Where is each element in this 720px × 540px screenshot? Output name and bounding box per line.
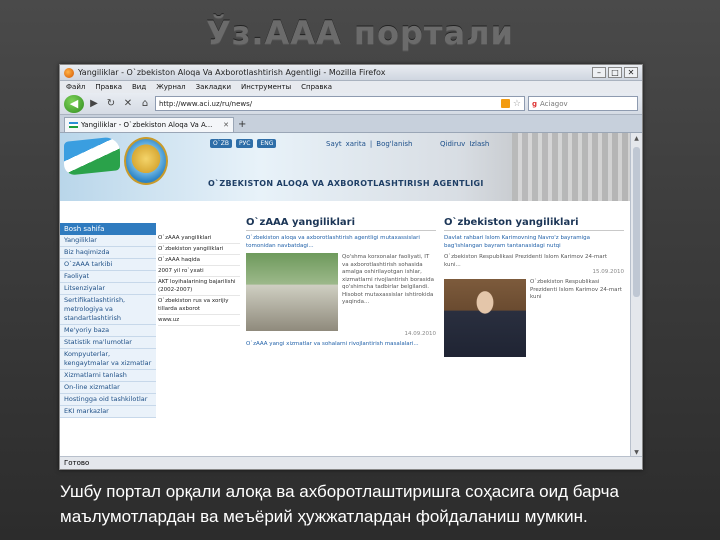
search-engine-icon[interactable]: g bbox=[532, 100, 537, 108]
bookmark-star-icon[interactable]: ☆ bbox=[513, 99, 521, 109]
maximize-button[interactable]: □ bbox=[608, 67, 622, 78]
status-bar: Готово bbox=[60, 456, 642, 469]
menu-edit[interactable]: Правка bbox=[95, 83, 122, 91]
menu-bar: Файл Правка Вид Журнал Закладки Инструме… bbox=[60, 81, 642, 93]
search-placeholder: Aciagov bbox=[540, 99, 568, 108]
lang-ru[interactable]: РУС bbox=[235, 139, 254, 148]
lang-uz[interactable]: O`ZB bbox=[210, 139, 232, 148]
back-arrow-icon[interactable]: ◀ bbox=[64, 94, 84, 113]
uz-news-title: O`zbekiston yangiliklari bbox=[444, 217, 624, 231]
uzbekistan-flag-icon bbox=[64, 136, 120, 176]
home-icon[interactable]: ⌂ bbox=[138, 97, 152, 111]
sidebar: Bosh sahifa Yangiliklar Biz haqimizda O`… bbox=[60, 223, 156, 418]
site-header: O`ZB РУС ENG Sayt xarita | Bog'lanish Qi… bbox=[60, 133, 632, 201]
uzaaa-news-lead[interactable]: O`zbekiston aloqa va axborotlashtirish a… bbox=[246, 235, 436, 250]
link-contact[interactable]: Bog'lanish bbox=[376, 140, 412, 148]
link-search[interactable]: Qidiruv bbox=[440, 140, 465, 148]
side-link[interactable]: O`zbekiston yangiliklari bbox=[158, 244, 240, 255]
side-link[interactable]: O`zbekiston rus va xorijiy tillarda axbo… bbox=[158, 296, 240, 315]
menu-tools[interactable]: Инструменты bbox=[241, 83, 291, 91]
uz-news-body: O`zbekiston Respublikasi Prezidenti Islo… bbox=[444, 254, 608, 268]
language-switcher: O`ZB РУС ENG bbox=[210, 139, 277, 148]
uzaaa-news-column: O`zAAA yangiliklari O`zbekiston aloqa va… bbox=[246, 217, 436, 349]
slide-caption: Ушбу портал орқали алоқа ва ахборотлашти… bbox=[60, 482, 619, 526]
sidebar-item[interactable]: Sertifikatlashtirish, metrologiya va sta… bbox=[60, 295, 156, 325]
search-bar[interactable]: g Aciagov bbox=[528, 96, 638, 111]
side-link[interactable]: www.uz bbox=[158, 315, 240, 326]
side-link[interactable]: 2007 yil ro`yxati bbox=[158, 266, 240, 277]
reload-icon[interactable]: ↻ bbox=[104, 97, 118, 111]
sidebar-item[interactable]: On-line xizmatlar bbox=[60, 382, 156, 394]
link-sitemap-2[interactable]: xarita bbox=[346, 140, 366, 148]
minimize-button[interactable]: – bbox=[592, 67, 606, 78]
browser-titlebar: Yangiliklar - O`zbekiston Aloqa Va Axbor… bbox=[60, 65, 642, 81]
uz-news-date: 15.09.2010 bbox=[592, 269, 625, 275]
navigation-toolbar: ◀ ▶ ↻ ✕ ⌂ http://www.aci.uz/ru/news/ ☆ g… bbox=[60, 93, 642, 115]
sidebar-item[interactable]: O`zAAA tarkibi bbox=[60, 259, 156, 271]
header-links: Sayt xarita | Bog'lanish bbox=[326, 140, 412, 148]
sidebar-item[interactable]: EKI markazlar bbox=[60, 406, 156, 418]
side-link[interactable]: O`zAAA yangiliklari bbox=[158, 233, 240, 244]
uz-news-lead[interactable]: Davlat rahbari Islom Karimovning Navro'z… bbox=[444, 235, 624, 250]
agency-name: O`ZBEKISTON ALOQA VA AXBOROTLASHTIRISH A… bbox=[208, 179, 484, 188]
sidebar-item[interactable]: Faoliyat bbox=[60, 271, 156, 283]
window-title: Yangiliklar - O`zbekiston Aloqa Va Axbor… bbox=[78, 68, 386, 77]
uz-news-column: O`zbekiston yangiliklari Davlat rahbari … bbox=[444, 217, 624, 357]
sidebar-item[interactable]: Xizmatlarni tanlash bbox=[60, 370, 156, 382]
sidebar-item[interactable]: Hostingga oid tashkilotlar bbox=[60, 394, 156, 406]
new-tab-icon[interactable]: + bbox=[238, 119, 246, 130]
side-link[interactable]: O`zAAA haqida bbox=[158, 255, 240, 266]
menu-bookmarks[interactable]: Закладки bbox=[196, 83, 231, 91]
agency-building-image bbox=[512, 133, 632, 201]
header-search-links: Qidiruv Izlash bbox=[440, 140, 489, 148]
sidebar-heading[interactable]: Bosh sahifa bbox=[60, 223, 156, 235]
scrollbar-thumb[interactable] bbox=[633, 147, 640, 297]
link-sitemap[interactable]: Sayt bbox=[326, 140, 342, 148]
menu-file[interactable]: Файл bbox=[66, 83, 85, 91]
side-link[interactable]: AKT loyihalarining bajarilishi (2002-200… bbox=[158, 277, 240, 296]
uzaaa-news-date: 14.09.2010 bbox=[404, 331, 437, 337]
uzaaa-news-link[interactable]: O`zAAA yangi xizmatlar va sohalarni rivo… bbox=[246, 341, 436, 349]
menu-history[interactable]: Журнал bbox=[156, 83, 185, 91]
tab-close-icon[interactable]: ✕ bbox=[223, 121, 229, 129]
tab-yangiliklar[interactable]: Yangiliklar - O`zbekiston Aloqa Va A... … bbox=[64, 117, 234, 132]
sidebar-item[interactable]: Litsenziyalar bbox=[60, 283, 156, 295]
forward-arrow-icon[interactable]: ▶ bbox=[87, 97, 101, 111]
tab-bar: Yangiliklar - O`zbekiston Aloqa Va A... … bbox=[60, 115, 642, 133]
sidebar-item[interactable]: Biz haqimizda bbox=[60, 247, 156, 259]
state-emblem-icon bbox=[124, 137, 168, 185]
news-photo-image bbox=[246, 253, 338, 331]
menu-help[interactable]: Справка bbox=[301, 83, 332, 91]
president-photo-image bbox=[444, 279, 526, 357]
stop-icon[interactable]: ✕ bbox=[121, 97, 135, 111]
vertical-scrollbar[interactable]: ▲ ▼ bbox=[630, 133, 642, 458]
url-text: http://www.aci.uz/ru/news/ bbox=[159, 99, 253, 108]
sidebar-item[interactable]: Me'yoriy baza bbox=[60, 325, 156, 337]
uzaaa-news-title: O`zAAA yangiliklari bbox=[246, 217, 436, 231]
close-button[interactable]: ✕ bbox=[624, 67, 638, 78]
rss-icon[interactable] bbox=[500, 99, 510, 108]
link-divider: | bbox=[369, 140, 373, 148]
side-links-list: O`zAAA yangiliklari O`zbekiston yangilik… bbox=[158, 233, 240, 326]
scroll-down-icon[interactable]: ▼ bbox=[631, 449, 642, 456]
scroll-up-icon[interactable]: ▲ bbox=[631, 135, 642, 142]
sidebar-item[interactable]: Yangiliklar bbox=[60, 235, 156, 247]
sidebar-item[interactable]: Kompyuterlar, kengaytmalar va xizmatlar bbox=[60, 349, 156, 370]
tab-label: Yangiliklar - O`zbekiston Aloqa Va A... bbox=[81, 121, 213, 129]
slide-title: Ўз.ААА портали bbox=[206, 14, 514, 52]
lang-en[interactable]: ENG bbox=[257, 139, 277, 148]
site-favicon-icon bbox=[69, 122, 78, 128]
menu-view[interactable]: Вид bbox=[132, 83, 146, 91]
page-viewport: O`ZB РУС ENG Sayt xarita | Bog'lanish Qi… bbox=[60, 133, 632, 458]
browser-window: Yangiliklar - O`zbekiston Aloqa Va Axbor… bbox=[59, 64, 643, 470]
url-bar[interactable]: http://www.aci.uz/ru/news/ ☆ bbox=[155, 96, 525, 111]
sidebar-item[interactable]: Statistik ma'lumotlar bbox=[60, 337, 156, 349]
link-find[interactable]: Izlash bbox=[469, 140, 489, 148]
firefox-icon bbox=[64, 67, 74, 78]
